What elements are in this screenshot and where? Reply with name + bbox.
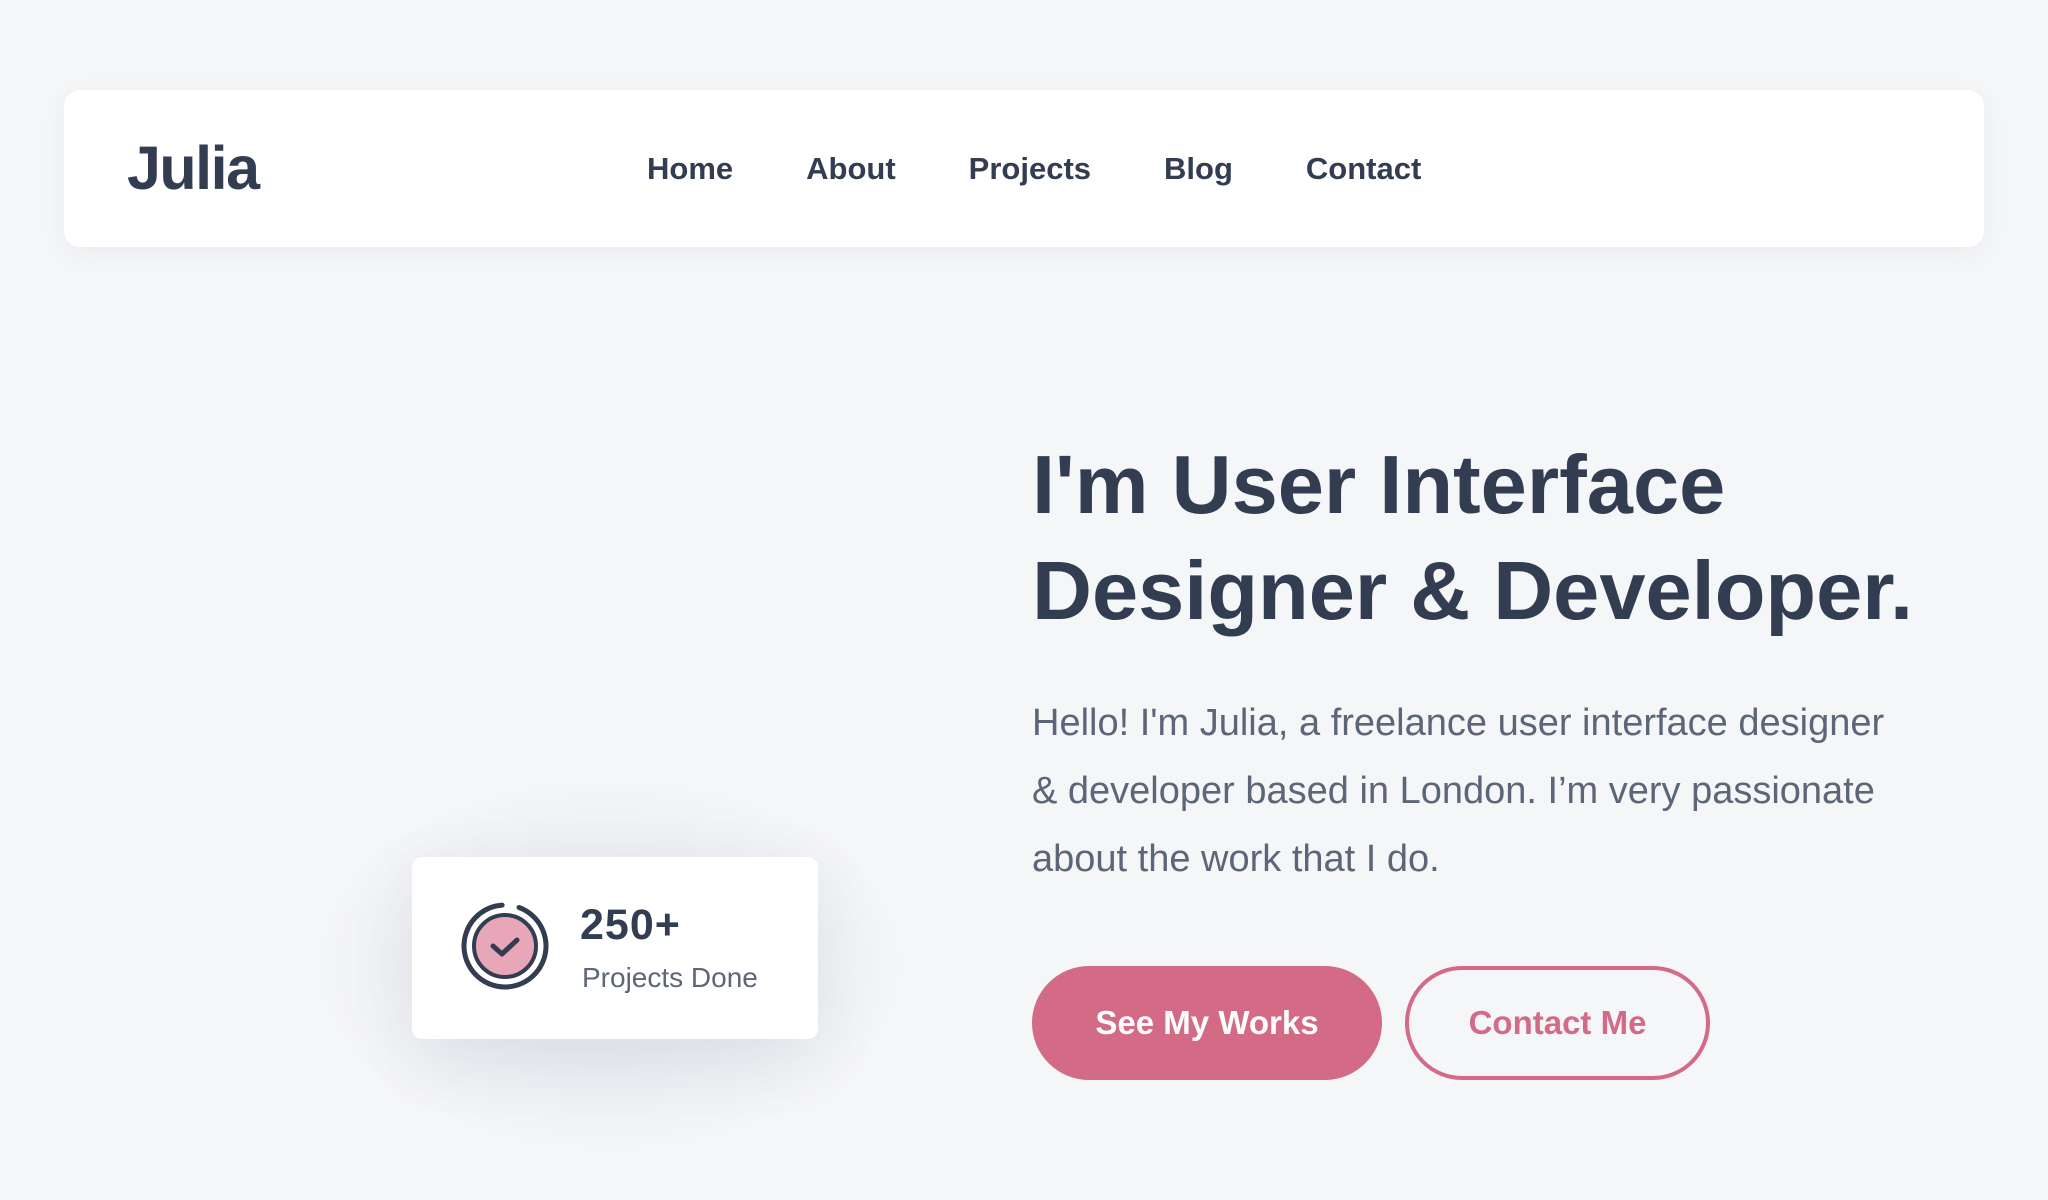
hero-text-line: & developer based in London. I’m very pa… [1032, 770, 1875, 812]
hero-text-line: Hello! I'm Julia, a freelance user inter… [1032, 702, 1885, 744]
nav-item-about[interactable]: About [806, 151, 896, 187]
check-circle-icon [460, 901, 550, 991]
hero-title-line: Designer & Developer. [1032, 544, 1914, 637]
nav-item-home[interactable]: Home [647, 151, 733, 187]
nav-item-contact[interactable]: Contact [1306, 151, 1421, 187]
hero-text-line: about the work that I do. [1032, 838, 1440, 880]
hero-description: Hello! I'm Julia, a freelance user inter… [1032, 689, 1992, 893]
nav-menu: Home About Projects Blog Contact [647, 90, 1421, 247]
projects-stat-card: 250+ Projects Done [412, 857, 818, 1039]
nav-item-projects[interactable]: Projects [969, 151, 1091, 187]
hero-title-line: I'm User Interface [1032, 438, 1726, 531]
see-my-works-button[interactable]: See My Works [1032, 966, 1382, 1080]
stat-label: Projects Done [582, 962, 758, 993]
navbar: Julia Home About Projects Blog Contact [64, 90, 1984, 247]
nav-item-blog[interactable]: Blog [1164, 151, 1233, 187]
hero-title: I'm User Interface Designer & Developer. [1032, 432, 2012, 644]
contact-me-button[interactable]: Contact Me [1405, 966, 1710, 1080]
stat-value: 250+ [580, 901, 681, 949]
brand-logo[interactable]: Julia [127, 90, 260, 247]
